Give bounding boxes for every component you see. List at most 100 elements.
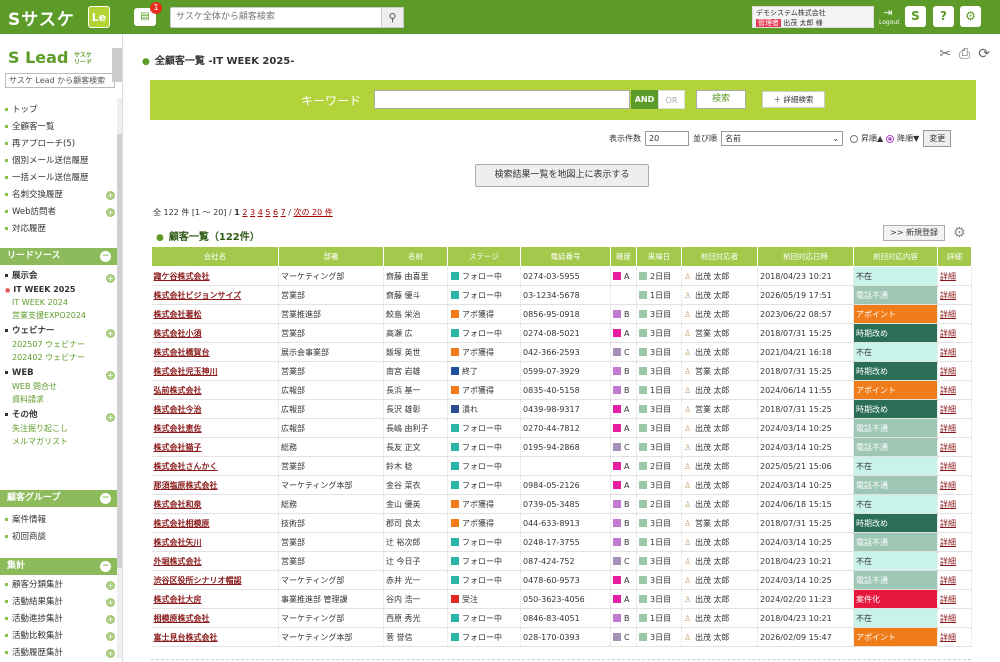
company-name-cell[interactable]: 富士見台株式会社 (151, 627, 279, 647)
detail-link[interactable]: 詳細 (940, 462, 956, 471)
company-name-cell[interactable]: 弘前株式会社 (151, 380, 279, 400)
detail-link[interactable]: 詳細 (940, 367, 956, 376)
lead-source-header[interactable]: リードソース − (0, 248, 117, 265)
page-link[interactable]: 4 (258, 208, 263, 217)
table-row[interactable]: 株式会社矢川 営業部辻 裕次郎 フォロー中 0248-17-3755 B 1日目 ♙ 出茂 太… (151, 532, 972, 552)
column-header[interactable]: 前回対応者 (681, 246, 758, 267)
detail-link-cell[interactable]: 詳細 (937, 380, 972, 400)
detail-link-cell[interactable]: 詳細 (937, 513, 972, 533)
detail-link[interactable]: 詳細 (940, 272, 956, 281)
column-header[interactable]: 詳細 (937, 246, 972, 267)
table-row[interactable]: 富士見台株式会社 マーケティング本部菅 誉信 フォロー中 028-170-0393 C 3… (151, 627, 972, 647)
detail-link[interactable]: 詳細 (940, 481, 956, 490)
table-row[interactable]: 渋谷区役所シナリオ帽認 マーケティング部 赤井 光一 フォロー中 0478-60-957… (151, 570, 972, 590)
notification-icon[interactable]: ▤ 1 (134, 2, 162, 26)
page-link[interactable]: 3 (250, 208, 255, 217)
detail-link[interactable]: 詳細 (940, 538, 956, 547)
sidebar-item-all-customers[interactable]: 全顧客一覧 (5, 119, 115, 136)
sidebar-item-webinar-202507[interactable]: 202507 ウェビナー (5, 338, 115, 351)
sidebar-item-mailmag[interactable]: メルマガリスト (5, 435, 115, 448)
search-button[interactable]: 検索 (696, 90, 746, 109)
sidebar-search-input[interactable]: サスケ Lead から顧客検索 (5, 73, 115, 88)
column-header[interactable]: 前回対応内容 (853, 246, 938, 267)
company-name-cell[interactable]: 株式会社猫子 (151, 437, 279, 457)
detail-link-cell[interactable]: 詳細 (937, 285, 972, 305)
sidebar-item-summary-1[interactable]: 活動結果集計 + (5, 594, 115, 611)
sidebar-item-history[interactable]: 対応履歴 (5, 221, 115, 238)
detail-link-cell[interactable]: 詳細 (937, 475, 972, 495)
page-link[interactable]: 7 (281, 208, 286, 217)
detail-link-cell[interactable]: 詳細 (937, 494, 972, 514)
company-name-cell[interactable]: 株式会社橋賀台 (151, 342, 279, 362)
detail-link[interactable]: 詳細 (940, 519, 956, 528)
detail-link-cell[interactable]: 詳細 (937, 570, 972, 590)
sidebar-item-deals[interactable]: 案件情報 (5, 512, 115, 529)
detail-link-cell[interactable]: 詳細 (937, 551, 972, 571)
detail-link[interactable]: 詳細 (940, 291, 956, 300)
table-row[interactable]: 株式会社大房 事業推進部 管理課 谷内 浩一 受注 050-3623-4056 A 3日目 ♙… (151, 589, 972, 609)
help-icon[interactable]: ? (933, 6, 954, 27)
sidebar-item-summary-4[interactable]: 活動履歴集計 + (5, 645, 115, 662)
detail-link-cell[interactable]: 詳細 (937, 361, 972, 381)
detail-link-cell[interactable]: 詳細 (937, 437, 972, 457)
table-row[interactable]: 株式会社和泉 総務 金山 優英 アポ獲得 0739-05-3485 B 2日目 ♙ 出茂 太郎 2… (151, 494, 972, 514)
company-name-cell[interactable]: 株式会社矢川 (151, 532, 279, 552)
sidebar-item-webinar-202402[interactable]: 202402 ウェビナー (5, 351, 115, 364)
next-page-link[interactable]: 次の 20 件 (293, 208, 332, 217)
sidebar-item-summary-2[interactable]: 活動進捗集計 + (5, 611, 115, 628)
refresh-icon[interactable]: ⟳ (978, 46, 990, 62)
company-name-cell[interactable]: 株式会社大房 (151, 589, 279, 609)
detail-link[interactable]: 詳細 (940, 633, 956, 642)
category-webinar[interactable]: ウェビナー + (5, 325, 115, 338)
company-name-cell[interactable]: 株式会社さんかく (151, 456, 279, 476)
detail-link-cell[interactable]: 詳細 (937, 608, 972, 628)
category-exhibition[interactable]: 展示会 + (5, 270, 115, 283)
page-link[interactable]: 2 (242, 208, 247, 217)
asc-radio[interactable] (850, 134, 858, 143)
table-row[interactable]: 株式会社猫子 総務 長友 正文 フォロー中 0195-94-2868 C 3日目 ♙ 出茂 太郎… (151, 437, 972, 457)
and-toggle[interactable]: AND (631, 90, 658, 109)
sidebar-item-card-exchange[interactable]: 名刺交換履歴 + (5, 187, 115, 204)
company-name-cell[interactable]: 株式会社児玉神川 (151, 361, 279, 381)
detail-link[interactable]: 詳細 (940, 310, 956, 319)
company-name-cell[interactable]: 那須塩原株式会社 (151, 475, 279, 495)
detail-link[interactable]: 詳細 (940, 557, 956, 566)
sidebar-item-summary-3[interactable]: 活動比較集計 + (5, 628, 115, 645)
category-other[interactable]: その他 + (5, 409, 115, 422)
sidebar-item-lost-revival[interactable]: 失注掘り起こし (5, 422, 115, 435)
print-icon[interactable]: ⎙ (959, 46, 970, 62)
table-row[interactable]: 諏ケ谷株式会社 マーケティング部 齋藤 由喜里 フォロー中 0274-03-5955 A 2… (151, 266, 972, 286)
sidebar-item-itweek2024[interactable]: IT WEEK 2024 (5, 296, 115, 309)
sidebar-item-expo2024[interactable]: 営業支援EXPO2024 (5, 309, 115, 322)
detail-link-cell[interactable]: 詳細 (937, 266, 972, 286)
company-name-cell[interactable]: 株式会社相模原 (151, 513, 279, 533)
table-row[interactable]: 株式会社著松 営業推進部 鮫島 栄治 アポ獲得 0856-95-0918 B 3日目 ♙ 出茂 … (151, 304, 972, 324)
global-search-input[interactable] (170, 6, 382, 28)
company-name-cell[interactable]: 株式会社小須 (151, 323, 279, 343)
summary-header[interactable]: 集計 − (0, 558, 117, 575)
company-name-cell[interactable]: 株式会社著松 (151, 304, 279, 324)
table-row[interactable]: 株式会社恵佐 広報部 長嶋 由利子 フォロー中 0270-44-7812 A 3日目 ♙ 出茂 … (151, 418, 972, 438)
detail-link[interactable]: 詳細 (940, 614, 956, 623)
column-header[interactable]: ステージ (447, 246, 521, 267)
category-web[interactable]: WEB + (5, 367, 115, 380)
detail-link-cell[interactable]: 詳細 (937, 418, 972, 438)
company-name-cell[interactable]: 株式会社恵佐 (151, 418, 279, 438)
detail-link[interactable]: 詳細 (940, 329, 956, 338)
column-header[interactable]: 電話番号 (520, 246, 611, 267)
gear-icon[interactable]: ⚙ (953, 225, 966, 241)
detail-link[interactable]: 詳細 (940, 348, 956, 357)
table-row[interactable]: 株式会社児玉神川 営業部 南宮 岩雄 終了 0599-07-3929 B 3日目 ♙ 営業 太郎… (151, 361, 972, 381)
settings-gear-icon[interactable]: ⚙ (960, 6, 981, 27)
sidebar-item-reapproach[interactable]: 再アプローチ(5) (5, 136, 115, 153)
page-link[interactable]: 6 (273, 208, 278, 217)
sidebar-item-web-visitors[interactable]: Web訪問者 + (5, 204, 115, 221)
table-row[interactable]: 株式会社相模原 技術部 郡司 良太 アポ獲得 044-633-8913 B 3日目 ♙ 営業 太… (151, 513, 972, 533)
detail-link[interactable]: 詳細 (940, 386, 956, 395)
company-name-cell[interactable]: 外堀株式会社 (151, 551, 279, 571)
sidebar-item-itweek2025[interactable]: IT WEEK 2025 (5, 283, 115, 296)
page-link[interactable]: 5 (265, 208, 270, 217)
count-input[interactable]: 20 (645, 131, 689, 146)
scrollbar-thumb[interactable] (117, 134, 122, 568)
sasuke-home-icon[interactable]: S (905, 6, 926, 27)
